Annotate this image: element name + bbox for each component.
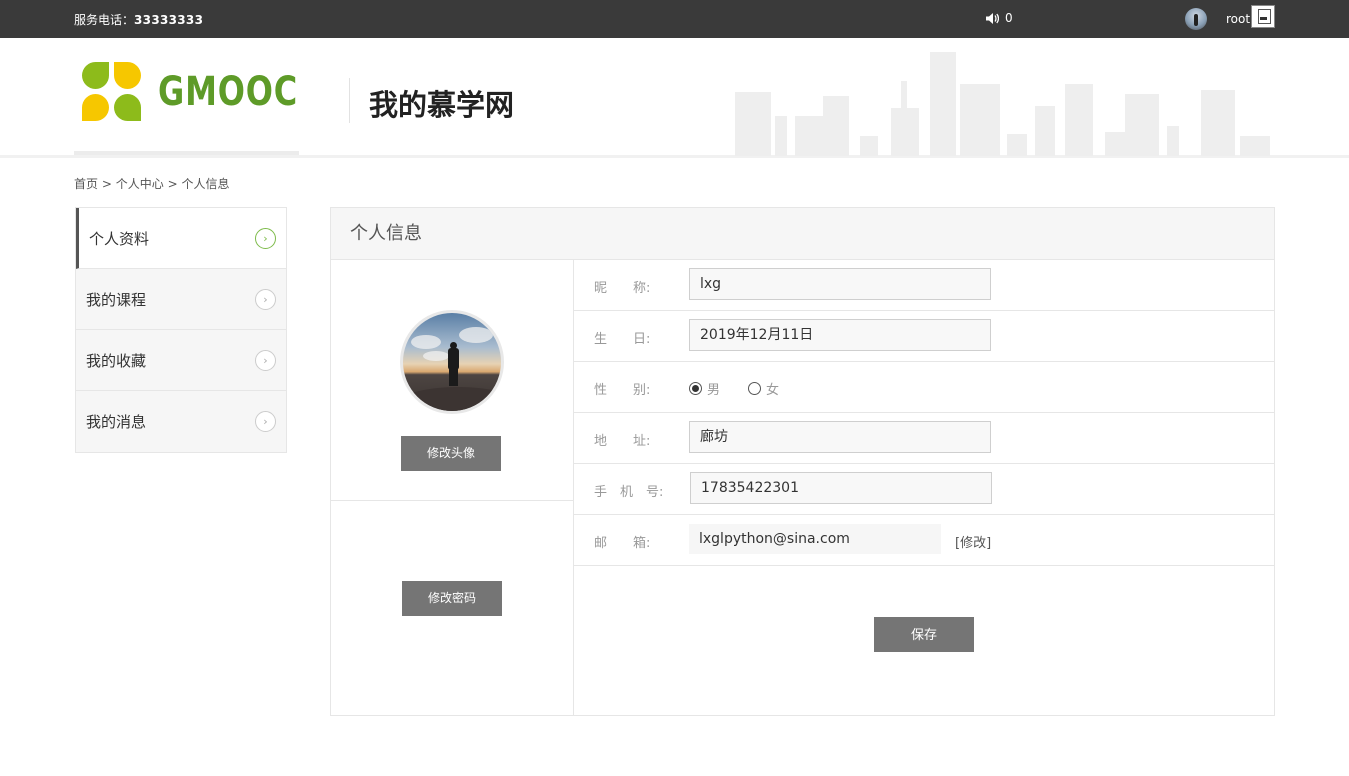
message-indicator[interactable]: 0	[985, 11, 1013, 25]
sidebar: 个人资料 › 我的课程 › 我的收藏 › 我的消息 ›	[75, 207, 287, 453]
speaker-icon	[986, 12, 999, 24]
sidebar-item-messages[interactable]: 我的消息 ›	[76, 391, 286, 452]
header: GMOOC 我的慕学网	[0, 38, 1349, 158]
gender-option-male[interactable]: 男	[689, 379, 720, 398]
save-area: 保存	[574, 566, 1274, 716]
gender-label: 性 别:	[594, 383, 651, 398]
birthday-input[interactable]: 2019年12月11日	[689, 319, 991, 351]
breadcrumb: 首页 > 个人中心 > 个人信息	[74, 175, 229, 192]
change-password-button[interactable]: 修改密码	[402, 581, 502, 616]
site-logo[interactable]: GMOOC	[82, 62, 333, 122]
address-input[interactable]: 廊坊	[689, 421, 991, 453]
email-value: lxglpython@sina.com	[689, 524, 941, 554]
sidebar-item-label: 我的收藏	[86, 351, 147, 370]
gender-row: 性 别: 男 女	[574, 362, 1274, 413]
radio-unchecked-icon[interactable]	[748, 382, 762, 395]
email-label: 邮 箱:	[594, 536, 651, 551]
sidebar-item-profile[interactable]: 个人资料 ›	[76, 208, 286, 269]
avatar-column: 修改头像 修改密码	[331, 260, 574, 716]
panel-title: 个人信息	[331, 208, 1274, 260]
breadcrumb-separator: >	[167, 177, 178, 191]
address-row: 地 址: 廊坊	[574, 413, 1274, 464]
avatar-block: 修改头像	[331, 260, 573, 501]
breadcrumb-separator: >	[101, 177, 112, 191]
profile-avatar	[400, 310, 504, 414]
email-edit-link[interactable]: [修改]	[955, 532, 991, 551]
message-count: 0	[1005, 11, 1013, 25]
user-avatar[interactable]	[1185, 8, 1207, 30]
gender-radio-group: 男 女	[689, 379, 807, 398]
sidebar-item-label: 个人资料	[89, 229, 150, 248]
email-row: 邮 箱: lxglpython@sina.com [修改]	[574, 515, 1274, 566]
page-heading: 我的慕学网	[369, 88, 515, 122]
profile-form: 昵 称: lxg 生 日: 2019年12月11日 性 别: 男 女 地 址:	[574, 260, 1274, 716]
gender-option-label: 女	[766, 383, 780, 398]
logo-text: GMOOC	[158, 69, 298, 115]
password-block: 修改密码	[331, 501, 573, 715]
breadcrumb-home[interactable]: 首页	[74, 177, 98, 191]
service-phone: 服务电话：33333333	[74, 11, 203, 28]
service-phone-label: 服务电话：	[74, 13, 135, 27]
top-bar: 服务电话：33333333 0 root	[0, 0, 1349, 38]
gender-option-label: 男	[707, 383, 721, 398]
header-divider	[349, 78, 350, 123]
nickname-input[interactable]: lxg	[689, 268, 991, 300]
mobile-input[interactable]: 17835422301	[690, 472, 992, 504]
chevron-right-icon: ›	[255, 289, 276, 310]
sidebar-item-courses[interactable]: 我的课程 ›	[76, 269, 286, 330]
address-label: 地 址:	[594, 434, 651, 449]
city-skyline-decoration	[735, 52, 1275, 156]
nickname-label: 昵 称:	[594, 281, 651, 296]
nickname-row: 昵 称: lxg	[574, 260, 1274, 311]
profile-panel: 个人信息 修改头像 修改密码 昵 称: lxg 生 日: 2019年12月11日…	[330, 207, 1275, 716]
logo-underline	[74, 151, 299, 155]
change-avatar-button[interactable]: 修改头像	[401, 436, 501, 471]
radio-checked-icon[interactable]	[689, 382, 702, 395]
sidebar-item-label: 我的课程	[86, 290, 147, 309]
chevron-right-icon: ›	[255, 350, 276, 371]
mobile-label: 手 机 号:	[594, 485, 664, 500]
username[interactable]: root	[1226, 12, 1250, 26]
birthday-row: 生 日: 2019年12月11日	[574, 311, 1274, 362]
gender-option-female[interactable]: 女	[748, 379, 779, 398]
mobile-row: 手 机 号: 17835422301	[574, 464, 1274, 515]
chevron-right-icon: ›	[255, 228, 276, 249]
breadcrumb-current: 个人信息	[181, 177, 230, 191]
save-button[interactable]: 保存	[874, 617, 974, 652]
sidebar-item-label: 我的消息	[86, 413, 147, 431]
clover-logo-icon	[82, 62, 142, 122]
file-icon[interactable]	[1251, 5, 1275, 28]
service-phone-number: 33333333	[134, 13, 204, 27]
birthday-label: 生 日:	[594, 332, 651, 347]
sidebar-item-favorites[interactable]: 我的收藏 ›	[76, 330, 286, 391]
chevron-right-icon: ›	[255, 411, 276, 432]
breadcrumb-center[interactable]: 个人中心	[116, 177, 164, 191]
